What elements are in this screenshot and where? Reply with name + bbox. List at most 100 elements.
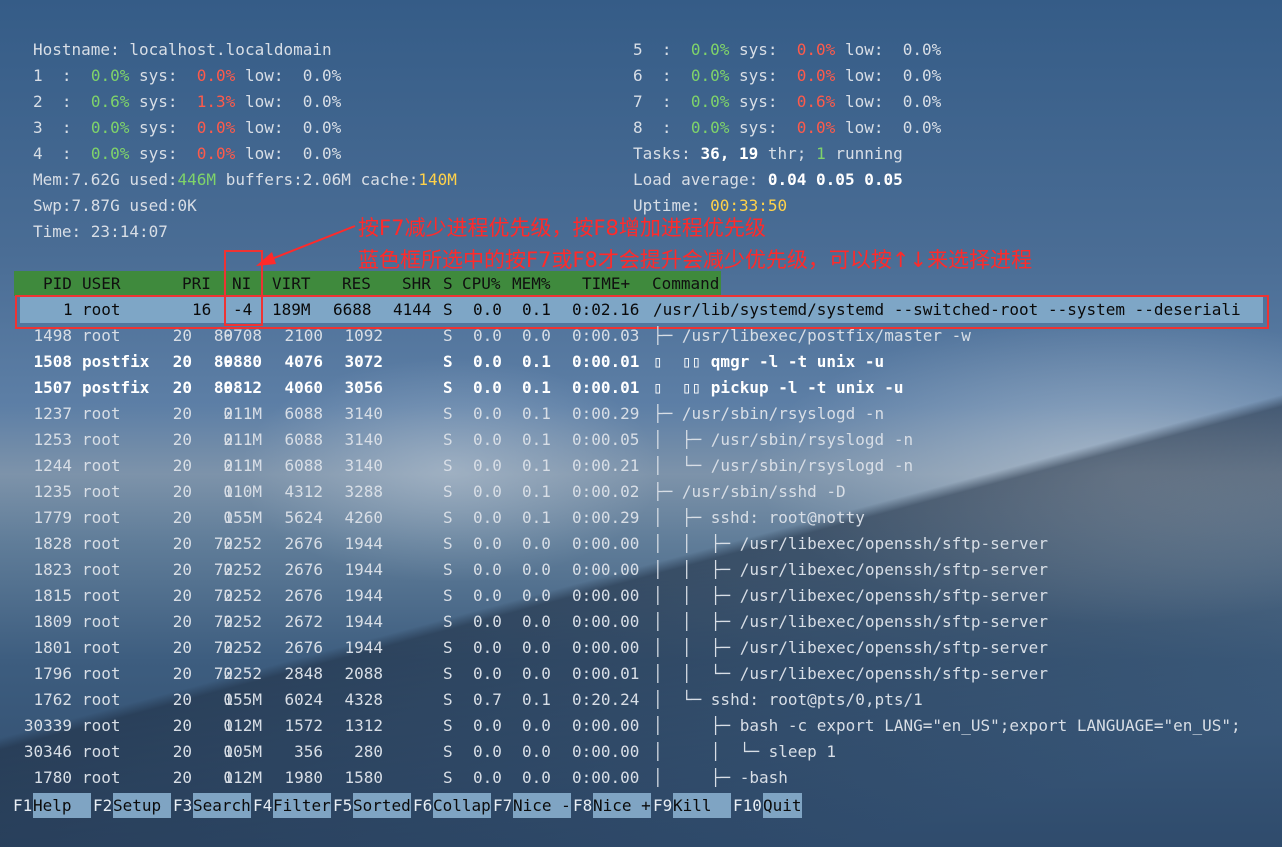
process-row[interactable]: 1779 root 20 0 155M 5624 4260 S 0.0 0.1 0:00.29 │ ├… (20, 505, 1265, 531)
fkey-f6-label[interactable]: Collap (433, 793, 491, 818)
fkey-f5[interactable]: F5 (333, 793, 352, 818)
process-row[interactable]: 1253 root 20 0 211M 6088 3140 S 0.0 0.1 0:00.05 │ ├… (20, 427, 1265, 453)
cell-cmd: │ │ ├─ /usr/libexec/openssh/sftp-server (653, 534, 1048, 553)
cell-res: 4312 (284, 482, 323, 501)
col-res[interactable]: RES (342, 271, 371, 296)
cpu-sys: 0.6% (796, 92, 836, 111)
cell-pid: 1507 (33, 378, 72, 397)
cell-mem: 0.1 (522, 456, 551, 475)
fkey-f8-label[interactable]: Nice + (593, 793, 651, 818)
cell-pri: 20 (172, 404, 192, 423)
tasks-line: Tasks: 36, 19 thr; 1 running (633, 144, 903, 163)
fkey-f10[interactable]: F10 (733, 793, 762, 818)
fkey-f8[interactable]: F8 (573, 793, 592, 818)
col-time[interactable]: TIME+ (582, 271, 630, 296)
cell-virt: 211M (223, 430, 262, 449)
cell-cpu: 0.0 (473, 768, 502, 787)
process-row[interactable]: 1823 root 20 0 72252 2676 1944 S 0.0 0.0 0:00.00 │ … (20, 557, 1265, 583)
cell-shr: 1312 (344, 716, 383, 735)
cell-time: 0:00.00 (572, 638, 640, 657)
process-row[interactable]: 30339 root 20 0 112M 1572 1312 S 0.0 0.0 0:00.00 │ … (20, 713, 1265, 739)
cell-cmd: │ │ └─ /usr/libexec/openssh/sftp-server (653, 664, 1048, 683)
cell-shr: 1092 (344, 326, 383, 345)
fkey-f6[interactable]: F6 (413, 793, 432, 818)
cell-virt: 72252 (213, 534, 262, 553)
fkey-f7[interactable]: F7 (493, 793, 512, 818)
process-row[interactable]: 1809 root 20 0 72252 2672 1944 S 0.0 0.0 0:00.00 │ … (20, 609, 1265, 635)
cell-s: S (443, 690, 453, 709)
process-row[interactable]: 1796 root 20 0 72252 2848 2088 S 0.0 0.0 0:00.01 │ … (20, 661, 1265, 687)
cell-pid: 1235 (33, 482, 72, 501)
cell-s: S (443, 326, 453, 345)
fkey-f10-label[interactable]: Quit (763, 793, 802, 818)
col-user[interactable]: USER (82, 271, 121, 296)
cell-pid: 1498 (33, 326, 72, 345)
col-virt[interactable]: VIRT (272, 271, 311, 296)
fkey-f9-label[interactable]: Kill (673, 793, 731, 818)
col-s[interactable]: S (443, 271, 453, 296)
process-row[interactable]: 1508 postfix 20 0 89880 4076 3072 S 0.0 0.1 0:00.0… (20, 349, 1265, 375)
col-command[interactable]: Command (652, 271, 719, 296)
fkey-f5-label[interactable]: Sorted (353, 793, 411, 818)
process-row[interactable]: 1244 root 20 0 211M 6088 3140 S 0.0 0.1 0:00.21 │ └… (20, 453, 1265, 479)
cell-virt: 211M (223, 456, 262, 475)
fkey-f3[interactable]: F3 (173, 793, 192, 818)
cell-s: S (443, 404, 453, 423)
cell-cmd: ▯ ▯▯ qmgr -l -t unix -u (653, 352, 885, 371)
process-row[interactable]: 1762 root 20 0 155M 6024 4328 S 0.7 0.1 0:20.24 │ └… (20, 687, 1265, 713)
fkey-f4-label[interactable]: Filter (273, 793, 331, 818)
cpu-low: 0.0% (302, 92, 342, 111)
cell-pri: 20 (172, 586, 192, 605)
cell-res: 6024 (284, 690, 323, 709)
cpu-usr: 0.0% (90, 118, 130, 137)
cell-cmd: │ │ ├─ /usr/libexec/openssh/sftp-server (653, 586, 1048, 605)
fkey-f3-label[interactable]: Search (193, 793, 251, 818)
cell-shr: 3140 (344, 430, 383, 449)
process-row[interactable]: 1815 root 20 0 72252 2676 1944 S 0.0 0.0 0:00.00 │ … (20, 583, 1265, 609)
col-shr[interactable]: SHR (402, 271, 431, 296)
cell-mem: 0.0 (522, 560, 551, 579)
process-row[interactable]: 1801 root 20 0 72252 2676 1944 S 0.0 0.0 0:00.00 │ … (20, 635, 1265, 661)
cpu-id: 8 (633, 118, 643, 137)
cell-cpu: 0.0 (473, 378, 502, 397)
fkey-f2-label[interactable]: Setup (113, 793, 171, 818)
cell-time: 0:00.29 (572, 508, 640, 527)
process-row[interactable]: 1780 root 20 0 112M 1980 1580 S 0.0 0.0 0:00.00 │ ├… (20, 765, 1265, 791)
cell-shr: 2088 (344, 664, 383, 683)
cell-s: S (443, 768, 453, 787)
cell-user: root (82, 638, 121, 657)
cpu-id: 2 (33, 92, 43, 111)
cell-cpu: 0.0 (473, 586, 502, 605)
col-pid[interactable]: PID (43, 271, 72, 296)
cell-user: root (82, 404, 121, 423)
fkey-f4[interactable]: F4 (253, 793, 272, 818)
process-row[interactable]: 1235 root 20 0 110M 4312 3288 S 0.0 0.1 0:00.02 ├─ … (20, 479, 1265, 505)
fkey-f1-label[interactable]: Help (33, 793, 91, 818)
cpu-usr: 0.0% (690, 92, 730, 111)
col-pri[interactable]: PRI (182, 271, 211, 296)
col-cpu[interactable]: CPU% (462, 271, 501, 296)
cpu-id: 3 (33, 118, 43, 137)
process-row[interactable]: 30346 root 20 0 105M 356 280 S 0.0 0.0 0:00.00 │ │ … (20, 739, 1265, 765)
process-row[interactable]: 1828 root 20 0 72252 2676 1944 S 0.0 0.0 0:00.00 │ … (20, 531, 1265, 557)
cell-pid: 1762 (33, 690, 72, 709)
col-mem[interactable]: MEM% (512, 271, 551, 296)
mem-line: Mem:7.62G used:446M buffers:2.06M cache:… (33, 170, 457, 189)
fkey-f2[interactable]: F2 (93, 793, 112, 818)
cell-pri: 20 (172, 716, 192, 735)
cell-user: root (82, 534, 121, 553)
process-row[interactable]: 1498 root 20 0 89708 2100 1092 S 0.0 0.0 0:00.03 ├─… (20, 323, 1265, 349)
process-row[interactable]: 1237 root 20 0 211M 6088 3140 S 0.0 0.1 0:00.29 ├─ … (20, 401, 1265, 427)
cell-s: S (443, 430, 453, 449)
fkey-f1[interactable]: F1 (13, 793, 32, 818)
cell-cpu: 0.0 (473, 456, 502, 475)
cell-pid: 1508 (33, 352, 72, 371)
process-row[interactable]: 1507 postfix 20 0 89812 4060 3056 S 0.0 0.1 0:00.0… (20, 375, 1265, 401)
cell-shr: 4328 (344, 690, 383, 709)
cell-pid: 30339 (23, 716, 72, 735)
fkey-f9[interactable]: F9 (653, 793, 672, 818)
cell-virt: 89812 (213, 378, 262, 397)
cell-cmd: │ ├─ -bash (653, 768, 788, 787)
fkey-f7-label[interactable]: Nice - (513, 793, 571, 818)
cpu-meter-4: 4 : 0.0% sys: 0.0% low: 0.0% (33, 144, 342, 163)
